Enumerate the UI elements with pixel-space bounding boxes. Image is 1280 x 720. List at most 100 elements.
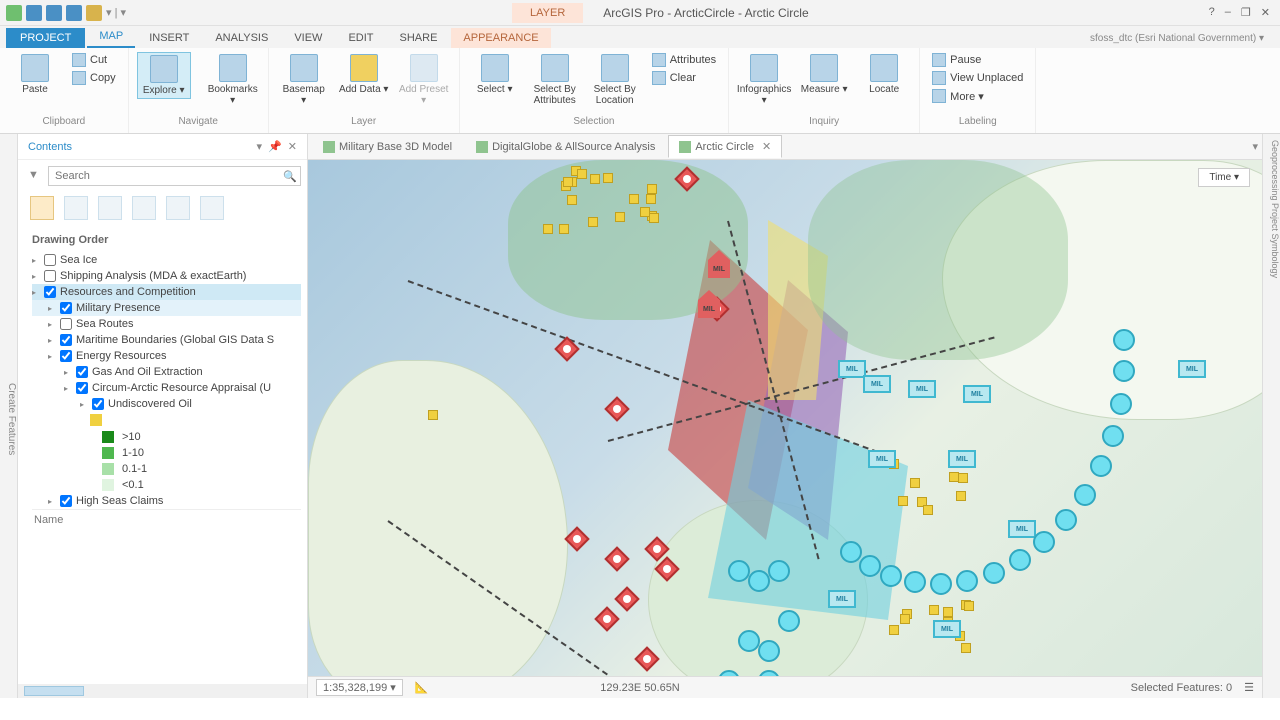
map-symbol-yel[interactable] <box>603 173 613 183</box>
layer-visibility-checkbox[interactable] <box>60 302 72 314</box>
close-tab-icon[interactable]: ✕ <box>762 140 771 153</box>
map-symbol-circ[interactable] <box>1102 425 1124 447</box>
toc-layer-item[interactable]: ▸High Seas Claims <box>32 493 301 509</box>
maximize-button[interactable]: ❐ <box>1241 6 1251 19</box>
map-symbol-circ[interactable] <box>778 610 800 632</box>
map-canvas[interactable]: MILMILMILMILMILMILMILMILMILMILMILMILMIL … <box>308 160 1262 676</box>
right-rail[interactable]: Geoprocessing Project Symbology <box>1262 134 1280 698</box>
view-tab-arctic[interactable]: Arctic Circle✕ <box>668 135 782 158</box>
toc-drawing-order-button[interactable] <box>30 196 54 220</box>
map-symbol-house[interactable]: MIL <box>708 260 730 278</box>
view-tabs-menu-icon[interactable]: ▾ <box>1252 140 1258 153</box>
status-menu-icon[interactable]: ☰ <box>1244 681 1254 694</box>
map-symbol-yel[interactable] <box>900 614 910 624</box>
map-symbol-yel[interactable] <box>543 224 553 234</box>
map-symbol-red[interactable] <box>564 526 589 551</box>
toc-layer-item[interactable]: ▸Shipping Analysis (MDA & exactEarth) <box>32 268 301 284</box>
select-by-location-button[interactable]: Select By Location <box>588 52 642 108</box>
map-symbol-circ[interactable] <box>1033 531 1055 553</box>
basemap-button[interactable]: Basemap ▾ <box>277 52 331 108</box>
select-by-attributes-button[interactable]: Select By Attributes <box>528 52 582 108</box>
map-symbol-yel[interactable] <box>649 213 659 223</box>
map-symbol-yel[interactable] <box>958 473 968 483</box>
map-symbol-circ[interactable] <box>728 560 750 582</box>
toc-layer-item[interactable]: ▸Energy Resources <box>32 348 301 364</box>
map-symbol-yel[interactable] <box>943 607 953 617</box>
map-symbol-yel[interactable] <box>961 643 971 653</box>
select-button[interactable]: Select ▾ <box>468 52 522 97</box>
map-symbol-circ[interactable] <box>956 570 978 592</box>
bookmarks-button[interactable]: Bookmarks ▾ <box>206 52 260 108</box>
layer-visibility-checkbox[interactable] <box>60 495 72 507</box>
app-icon[interactable] <box>6 5 22 21</box>
map-symbol-yel[interactable] <box>646 194 656 204</box>
map-symbol-yel[interactable] <box>910 478 920 488</box>
locate-button[interactable]: Locate <box>857 52 911 97</box>
map-symbol-yel[interactable] <box>577 169 587 179</box>
map-symbol-mil[interactable]: MIL <box>1178 360 1206 378</box>
toc-layer-item[interactable]: ▸Maritime Boundaries (Global GIS Data S <box>32 332 301 348</box>
layer-visibility-checkbox[interactable] <box>60 334 72 346</box>
map-symbol-red[interactable] <box>604 546 629 571</box>
create-features-rail[interactable]: Create Features <box>0 134 18 698</box>
toc-layer-item[interactable]: ▸Resources and Competition <box>32 284 301 300</box>
map-symbol-mil[interactable]: MIL <box>828 590 856 608</box>
user-info[interactable]: sfoss_dtc (Esri National Government) ▾ <box>1080 29 1274 48</box>
more-labeling-button[interactable]: More ▾ <box>928 88 1027 104</box>
map-symbol-mil[interactable]: MIL <box>908 380 936 398</box>
toc-selection-button[interactable] <box>98 196 122 220</box>
contents-search-input[interactable] <box>48 166 301 186</box>
map-symbol-circ[interactable] <box>840 541 862 563</box>
map-symbol-yel[interactable] <box>590 174 600 184</box>
map-symbol-red[interactable] <box>604 396 629 421</box>
pane-menu-icon[interactable]: ▾ <box>257 140 263 153</box>
map-symbol-circ[interactable] <box>1110 393 1132 415</box>
tab-share[interactable]: SHARE <box>388 28 450 48</box>
toc-layer-item[interactable]: ▸Military Presence <box>32 300 301 316</box>
clear-selection-button[interactable]: Clear <box>648 70 720 86</box>
paste-button[interactable]: Paste <box>8 52 62 97</box>
undo-icon[interactable] <box>46 5 62 21</box>
layer-visibility-checkbox[interactable] <box>76 382 88 394</box>
filter-icon[interactable]: ▼ <box>28 169 42 183</box>
toc-layer-item[interactable]: ▸Undiscovered Oil <box>32 396 301 412</box>
map-symbol-circ[interactable] <box>768 560 790 582</box>
map-symbol-circ[interactable] <box>1074 484 1096 506</box>
map-symbol-circ[interactable] <box>1113 329 1135 351</box>
map-symbol-yel[interactable] <box>898 496 908 506</box>
infographics-button[interactable]: Infographics ▾ <box>737 52 791 108</box>
map-symbol-circ[interactable] <box>983 562 1005 584</box>
map-symbol-yel[interactable] <box>563 177 573 187</box>
toc-layer-item[interactable]: ▸Gas And Oil Extraction <box>32 364 301 380</box>
map-symbol-circ[interactable] <box>930 573 952 595</box>
cut-button[interactable]: Cut <box>68 52 120 68</box>
layer-visibility-checkbox[interactable] <box>60 350 72 362</box>
tab-edit[interactable]: EDIT <box>336 28 385 48</box>
map-symbol-mil[interactable]: MIL <box>1008 520 1036 538</box>
attributes-button[interactable]: Attributes <box>648 52 720 68</box>
layer-visibility-checkbox[interactable] <box>44 286 56 298</box>
map-symbol-yel[interactable] <box>889 625 899 635</box>
tab-view[interactable]: VIEW <box>282 28 334 48</box>
map-symbol-mil[interactable]: MIL <box>948 450 976 468</box>
map-symbol-yel[interactable] <box>929 605 939 615</box>
view-unplaced-button[interactable]: View Unplaced <box>928 70 1027 86</box>
pane-close-icon[interactable]: ✕ <box>288 140 297 153</box>
map-symbol-mil[interactable]: MIL <box>868 450 896 468</box>
toc-labeling-button[interactable] <box>200 196 224 220</box>
qat-dropdown-icon[interactable]: ▾ | ▾ <box>106 6 126 19</box>
map-symbol-yel[interactable] <box>567 195 577 205</box>
layer-visibility-checkbox[interactable] <box>92 398 104 410</box>
time-slider-button[interactable]: Time ▾ <box>1198 168 1250 187</box>
layer-visibility-checkbox[interactable] <box>44 270 56 282</box>
tab-analysis[interactable]: ANALYSIS <box>203 28 280 48</box>
tab-appearance[interactable]: APPEARANCE <box>451 28 550 48</box>
map-symbol-yel[interactable] <box>615 212 625 222</box>
map-symbol-circ[interactable] <box>1009 549 1031 571</box>
add-preset-button[interactable]: Add Preset ▾ <box>397 52 451 108</box>
view-tab-3dmodel[interactable]: Military Base 3D Model <box>312 136 463 158</box>
minimize-button[interactable]: – <box>1225 6 1231 19</box>
tab-map[interactable]: MAP <box>87 26 135 48</box>
map-symbol-circ[interactable] <box>748 570 770 592</box>
map-symbol-yel[interactable] <box>428 410 438 420</box>
